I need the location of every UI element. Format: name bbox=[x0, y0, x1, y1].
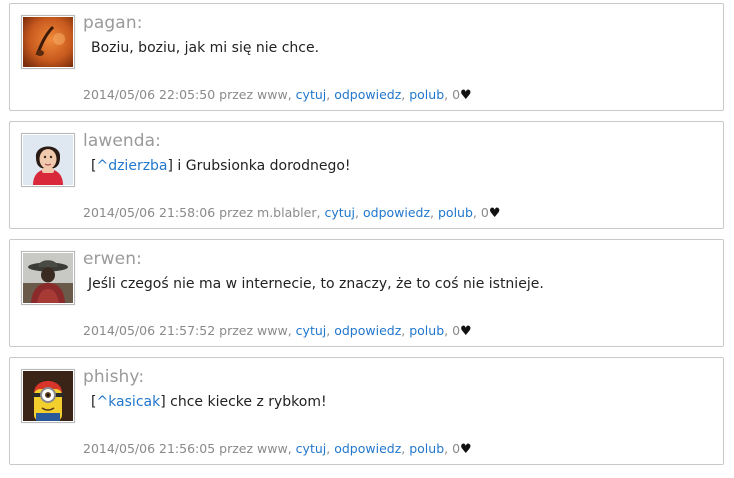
like-count: 0 bbox=[452, 441, 461, 456]
post-text: [^kasicak] chce kiecke z rybkom! bbox=[91, 394, 327, 410]
post-meta: 2014/05/06 21:56:05 przez www, cytuj, od… bbox=[83, 441, 472, 457]
quote-link[interactable]: cytuj bbox=[296, 323, 327, 338]
reply-link[interactable]: odpowiedz bbox=[334, 323, 401, 338]
post-meta: 2014/05/06 21:57:52 przez www, cytuj, od… bbox=[83, 323, 472, 339]
post-author: lawenda: bbox=[83, 131, 162, 151]
post-timestamp: 2014/05/06 21:56:05 bbox=[83, 441, 216, 456]
post-user: www, bbox=[257, 87, 292, 102]
user-mention-link[interactable]: ^dzierzba bbox=[96, 158, 167, 174]
post-user: www, bbox=[257, 441, 292, 456]
reply-link[interactable]: odpowiedz bbox=[334, 441, 401, 456]
girl-red-top-avatar-icon bbox=[23, 135, 73, 185]
minion-red-hat-avatar-icon bbox=[23, 371, 73, 421]
like-count: 0 bbox=[480, 205, 489, 220]
post-timestamp: 2014/05/06 21:58:06 bbox=[83, 205, 216, 220]
by-label: przez bbox=[219, 441, 254, 456]
post-author: phishy: bbox=[83, 367, 145, 387]
comment-post: phishy: [^kasicak] chce kiecke z rybkom!… bbox=[9, 357, 724, 465]
post-user: m.blabler, bbox=[257, 205, 321, 220]
post-author: pagan: bbox=[83, 13, 143, 33]
user-mention-link[interactable]: ^kasicak bbox=[96, 394, 160, 410]
post-author: erwen: bbox=[83, 249, 142, 269]
post-text: Jeśli czegoś nie ma w internecie, to zna… bbox=[88, 276, 544, 292]
post-text: Boziu, boziu, jak mi się nie chce. bbox=[91, 40, 320, 56]
heart-icon: ♥ bbox=[460, 442, 472, 457]
user-avatar[interactable] bbox=[21, 369, 75, 423]
post-text-content: ] chce kiecke z rybkom! bbox=[160, 394, 327, 410]
quote-link[interactable]: cytuj bbox=[296, 87, 327, 102]
heart-icon: ♥ bbox=[460, 88, 472, 103]
heart-icon: ♥ bbox=[488, 206, 501, 221]
heart-icon: ♥ bbox=[460, 324, 472, 339]
user-avatar[interactable] bbox=[21, 133, 75, 187]
post-text-content: ] i Grubsionka dorodnego! bbox=[167, 158, 351, 174]
post-text: [^dzierzba] i Grubsionka dorodnego! bbox=[91, 158, 351, 174]
comment-post: pagan: Boziu, boziu, jak mi się nie chce… bbox=[9, 3, 724, 111]
hat-figure-avatar-icon bbox=[23, 253, 73, 303]
reply-link[interactable]: odpowiedz bbox=[334, 87, 401, 102]
like-count: 0 bbox=[452, 87, 461, 102]
post-timestamp: 2014/05/06 22:05:50 bbox=[83, 87, 216, 102]
comment-post: erwen: Jeśli czegoś nie ma w internecie,… bbox=[9, 239, 724, 347]
like-link[interactable]: polub bbox=[438, 205, 473, 220]
by-label: przez bbox=[219, 205, 254, 220]
comment-post: lawenda: [^dzierzba] i Grubsionka dorodn… bbox=[9, 121, 724, 229]
quote-link[interactable]: cytuj bbox=[296, 441, 327, 456]
user-avatar[interactable] bbox=[21, 15, 75, 69]
like-link[interactable]: polub bbox=[409, 87, 444, 102]
orange-spoon-avatar-icon bbox=[23, 17, 73, 67]
by-label: przez bbox=[219, 323, 254, 338]
like-link[interactable]: polub bbox=[409, 441, 444, 456]
reply-link[interactable]: odpowiedz bbox=[363, 205, 430, 220]
post-timestamp: 2014/05/06 21:57:52 bbox=[83, 323, 216, 338]
quote-link[interactable]: cytuj bbox=[324, 205, 355, 220]
post-meta: 2014/05/06 22:05:50 przez www, cytuj, od… bbox=[83, 87, 472, 103]
user-avatar[interactable] bbox=[21, 251, 75, 305]
like-count: 0 bbox=[452, 323, 461, 338]
by-label: przez bbox=[219, 87, 254, 102]
like-link[interactable]: polub bbox=[409, 323, 444, 338]
post-meta: 2014/05/06 21:58:06 przez m.blabler, cyt… bbox=[83, 205, 501, 221]
post-user: www, bbox=[257, 323, 292, 338]
